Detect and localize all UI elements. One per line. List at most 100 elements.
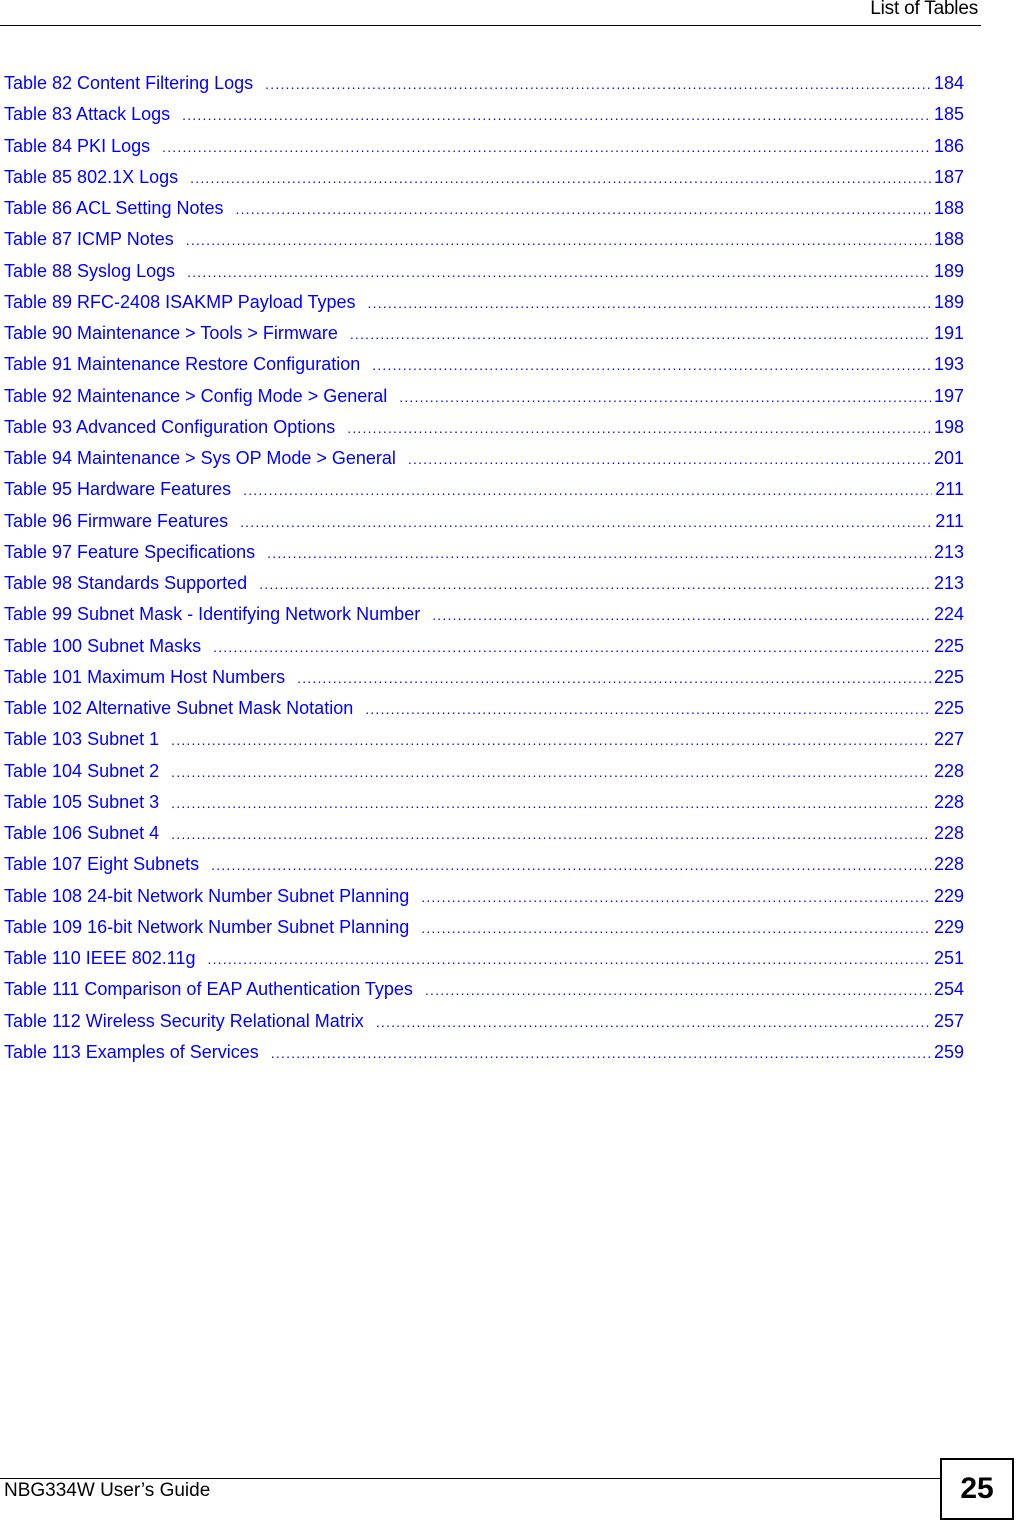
dot-leader bbox=[235, 196, 930, 222]
toc-entry-page: 186 bbox=[933, 135, 964, 156]
toc-entry-link[interactable]: Table 101 Maximum Host Numbers 225 bbox=[4, 664, 964, 695]
toc-entry-page: 187 bbox=[933, 166, 964, 187]
toc-entry-page: 197 bbox=[933, 385, 964, 406]
toc-entry-link[interactable]: Table 102 Alternative Subnet Mask Notati… bbox=[4, 695, 964, 726]
toc-entry-label: Table 95 Hardware Features bbox=[4, 479, 232, 500]
dot-leader bbox=[372, 352, 931, 378]
dot-leader bbox=[408, 446, 931, 472]
list-of-tables: Table 82 Content Filtering Logs184Table … bbox=[4, 70, 964, 1070]
footer-guide-title: NBG334W User’s Guide bbox=[4, 1480, 211, 1501]
toc-entry-link[interactable]: Table 86 ACL Setting Notes 188 bbox=[4, 195, 964, 226]
toc-entry-link[interactable]: Table 104 Subnet 2 228 bbox=[4, 758, 964, 789]
dot-leader bbox=[190, 165, 931, 191]
toc-entry-link[interactable]: Table 106 Subnet 4 228 bbox=[4, 820, 964, 851]
toc-entry-page: 201 bbox=[933, 448, 964, 468]
toc-entry-label: Table 103 Subnet 1 bbox=[4, 729, 160, 750]
dot-leader bbox=[368, 290, 931, 316]
toc-entry-page: 189 bbox=[933, 291, 964, 312]
toc-entry-page: 191 bbox=[933, 323, 964, 343]
toc-entry-link[interactable]: Table 92 Maintenance > Config Mode > Gen… bbox=[4, 383, 964, 414]
toc-entry-page: 193 bbox=[933, 354, 964, 375]
toc-entry-link[interactable]: Table 113 Examples of Services 259 bbox=[4, 1039, 964, 1070]
toc-entry-link[interactable]: Table 96 Firmware Features 211 bbox=[4, 508, 964, 539]
dot-leader bbox=[432, 602, 931, 628]
dot-leader bbox=[376, 1009, 931, 1035]
dot-leader bbox=[211, 852, 931, 878]
toc-entry-label: Table 110 IEEE 802.11g bbox=[4, 948, 196, 968]
toc-entry-link[interactable]: Table 90 Maintenance > Tools > Firmware 1… bbox=[4, 320, 964, 351]
page-number: 25 bbox=[960, 1472, 994, 1505]
toc-entry-page: 184 bbox=[933, 73, 964, 93]
toc-entry-link[interactable]: Table 89 RFC-2408 ISAKMP Payload Types 18… bbox=[4, 289, 964, 320]
toc-entry-label: Table 105 Subnet 3 bbox=[4, 791, 160, 812]
toc-entry-link[interactable]: Table 94 Maintenance > Sys OP Mode > Gen… bbox=[4, 445, 964, 476]
toc-entry-label: Table 91 Maintenance Restore Configurati… bbox=[4, 354, 361, 375]
toc-entry-link[interactable]: Table 112 Wireless Security Relational M… bbox=[4, 1008, 964, 1039]
dot-leader bbox=[267, 540, 931, 566]
toc-entry-link[interactable]: Table 84 PKI Logs 186 bbox=[4, 133, 964, 164]
toc-entry-label: Table 97 Feature Specifications bbox=[4, 541, 256, 562]
dot-leader bbox=[207, 946, 930, 972]
toc-entry-link[interactable]: Table 85 802.1X Logs 187 bbox=[4, 164, 964, 195]
dot-leader bbox=[171, 821, 931, 847]
toc-entry-link[interactable]: Table 95 Hardware Features 211 bbox=[4, 476, 964, 507]
toc-entry-label: Table 90 Maintenance > Tools > Firmware bbox=[4, 323, 338, 343]
toc-entry-link[interactable]: Table 97 Feature Specifications 213 bbox=[4, 539, 964, 570]
toc-entry-label: Table 84 PKI Logs bbox=[4, 135, 151, 156]
toc-entry-label: Table 111 Comparison of EAP Authenticati… bbox=[4, 979, 413, 1000]
toc-entry-link[interactable]: Table 91 Maintenance Restore Configurati… bbox=[4, 351, 964, 382]
toc-entry-link[interactable]: Table 87 ICMP Notes 188 bbox=[4, 226, 964, 257]
dot-leader bbox=[259, 571, 931, 597]
toc-entry-label: Table 85 802.1X Logs bbox=[4, 166, 179, 187]
toc-entry-label: Table 98 Standards Supported bbox=[4, 573, 248, 593]
toc-entry-link[interactable]: Table 105 Subnet 3 228 bbox=[4, 789, 964, 820]
toc-entry-link[interactable]: Table 88 Syslog Logs 189 bbox=[4, 258, 964, 289]
toc-entry-label: Table 92 Maintenance > Config Mode > Gen… bbox=[4, 385, 388, 406]
toc-entry-link[interactable]: Table 108 24-bit Network Number Subnet P… bbox=[4, 883, 964, 914]
toc-entry-page: 259 bbox=[933, 1041, 964, 1062]
toc-entry-link[interactable]: Table 110 IEEE 802.11g 251 bbox=[4, 945, 964, 976]
toc-entry-link[interactable]: Table 103 Subnet 1 227 bbox=[4, 726, 964, 757]
toc-entry-link[interactable]: Table 111 Comparison of EAP Authenticati… bbox=[4, 976, 964, 1007]
dot-leader bbox=[297, 665, 931, 691]
dot-leader bbox=[171, 790, 931, 816]
footer-divider bbox=[0, 1478, 940, 1479]
toc-entry-link[interactable]: Table 99 Subnet Mask - Identifying Netwo… bbox=[4, 601, 964, 632]
toc-entry-label: Table 86 ACL Setting Notes bbox=[4, 198, 224, 218]
toc-entry-page: 228 bbox=[933, 791, 964, 812]
toc-entry-link[interactable]: Table 93 Advanced Configuration Options 1… bbox=[4, 414, 964, 445]
dot-leader bbox=[182, 102, 931, 128]
toc-entry-page: 228 bbox=[933, 854, 964, 875]
header-title: List of Tables bbox=[870, 0, 978, 19]
toc-entry-page: 228 bbox=[933, 760, 964, 781]
toc-entry-label: Table 93 Advanced Configuration Options bbox=[4, 416, 336, 437]
toc-entry-link[interactable]: Table 83 Attack Logs 185 bbox=[4, 101, 964, 132]
dot-leader bbox=[421, 884, 931, 910]
toc-entry-label: Table 109 16-bit Network Number Subnet P… bbox=[4, 916, 410, 937]
dot-leader bbox=[187, 259, 931, 285]
toc-entry-label: Table 100 Subnet Masks bbox=[4, 635, 202, 656]
toc-entry-label: Table 88 Syslog Logs bbox=[4, 260, 176, 281]
dot-leader bbox=[347, 415, 931, 441]
toc-entry-page: 211 bbox=[935, 479, 964, 500]
dot-leader bbox=[265, 71, 931, 97]
toc-entry-label: Table 83 Attack Logs bbox=[4, 104, 171, 125]
toc-entry-page: 224 bbox=[933, 604, 964, 625]
toc-entry-link[interactable]: Table 98 Standards Supported 213 bbox=[4, 570, 964, 601]
toc-entry-page: 189 bbox=[933, 260, 964, 281]
dot-leader bbox=[243, 477, 932, 503]
toc-entry-page: 198 bbox=[933, 416, 964, 437]
toc-entry-page: 229 bbox=[933, 916, 964, 937]
toc-entry-page: 254 bbox=[933, 979, 964, 1000]
toc-entry-page: 213 bbox=[933, 541, 964, 562]
toc-entry-page: 225 bbox=[933, 698, 964, 718]
dot-leader bbox=[171, 759, 931, 785]
toc-entry-label: Table 112 Wireless Security Relational M… bbox=[4, 1010, 364, 1031]
toc-entry-link[interactable]: Table 82 Content Filtering Logs 184 bbox=[4, 70, 964, 101]
dot-leader bbox=[186, 227, 931, 253]
toc-entry-link[interactable]: Table 107 Eight Subnets 228 bbox=[4, 851, 964, 882]
toc-entry-link[interactable]: Table 109 16-bit Network Number Subnet P… bbox=[4, 914, 964, 945]
toc-entry-link[interactable]: Table 100 Subnet Masks 225 bbox=[4, 633, 964, 664]
toc-entry-label: Table 108 24-bit Network Number Subnet P… bbox=[4, 885, 410, 906]
toc-entry-page: 229 bbox=[933, 885, 964, 906]
